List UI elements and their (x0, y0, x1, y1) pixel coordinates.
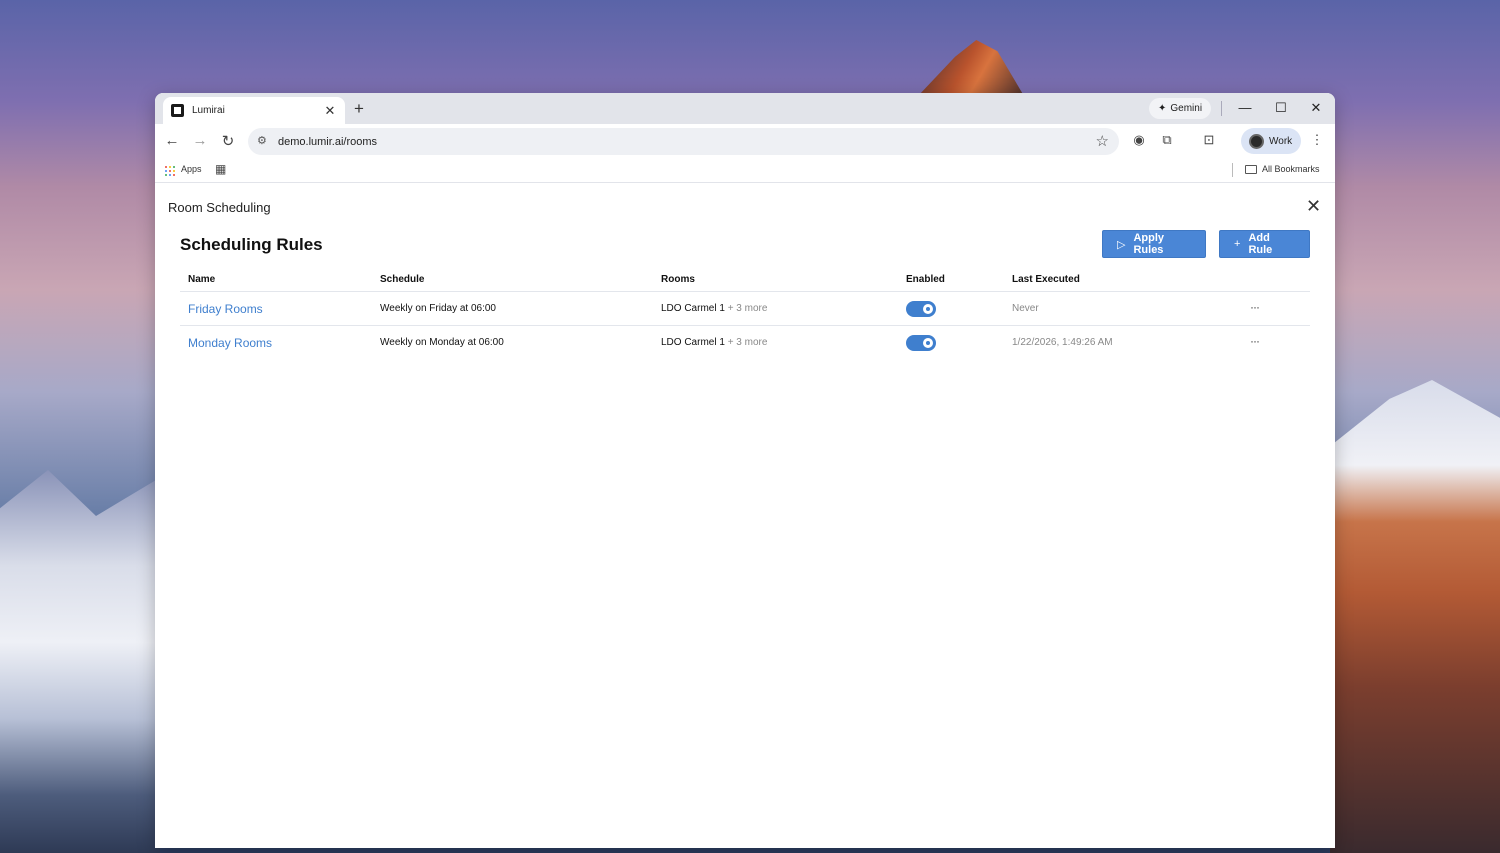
apps-bookmark[interactable]: Apps (181, 164, 202, 174)
sparkle-icon: ✦ (1158, 103, 1167, 114)
column-header-name: Name (188, 274, 216, 285)
enabled-toggle[interactable] (906, 301, 936, 317)
tab-search-icon[interactable]: ⊡ (1200, 132, 1218, 148)
rooms-primary: LDO Carmel 1 (661, 337, 725, 348)
apps-dot (169, 174, 171, 176)
table-row: Monday Rooms Weekly on Monday at 06:00 L… (180, 326, 1310, 360)
lumirai-favicon-icon (171, 104, 184, 117)
window-close-icon[interactable]: ✕ (1307, 100, 1325, 116)
tab-groups-icon[interactable]: ▦ (215, 162, 226, 176)
desktop-wallpaper-left (0, 470, 160, 853)
rules-table: Name Schedule Rooms Enabled Last Execute… (180, 268, 1310, 360)
all-bookmarks-label: All Bookmarks (1262, 164, 1320, 174)
table-row: Friday Rooms Weekly on Friday at 06:00 L… (180, 292, 1310, 326)
rooms-cell: LDO Carmel 1 + 3 more (661, 337, 767, 348)
tab-bar: Lumirai ✕ + ✦ Gemini — ☐ ✕ (155, 93, 1335, 124)
more-options-icon[interactable]: ··· (1250, 334, 1260, 348)
avatar (1249, 133, 1264, 149)
enabled-toggle[interactable] (906, 335, 936, 351)
site-settings-icon[interactable]: ⚙ (257, 134, 267, 147)
page-title: Scheduling Rules (180, 235, 323, 254)
maximize-icon[interactable]: ☐ (1272, 100, 1290, 116)
add-rule-button[interactable]: + Add Rule (1219, 230, 1310, 258)
rooms-more[interactable]: + 3 more (728, 303, 768, 314)
column-header-rooms: Rooms (661, 274, 695, 285)
add-rule-label: Add Rule (1248, 232, 1273, 256)
back-arrow-icon[interactable]: ← (163, 132, 181, 149)
app-content: Room Scheduling ✕ Scheduling Rules ▷ App… (155, 183, 1335, 848)
column-header-schedule: Schedule (380, 274, 425, 285)
apps-dot (165, 174, 167, 176)
rooms-cell: LDO Carmel 1 + 3 more (661, 303, 767, 314)
extensions-puzzle-icon[interactable]: ⧉ (1158, 132, 1176, 148)
url-text: demo.lumir.ai/rooms (278, 135, 378, 148)
close-icon[interactable]: ✕ (1306, 196, 1321, 217)
apply-rules-label: Apply Rules (1133, 232, 1165, 256)
apps-dot (165, 166, 167, 168)
new-tab-icon[interactable]: + (354, 99, 364, 119)
rule-name-link[interactable]: Friday Rooms (188, 302, 263, 316)
folder-icon (1245, 164, 1257, 174)
app-header-title: Room Scheduling (168, 200, 271, 215)
address-bar[interactable]: ⚙ demo.lumir.ai/rooms ☆ (248, 128, 1119, 155)
rule-name-link[interactable]: Monday Rooms (188, 336, 272, 350)
rooms-primary: LDO Carmel 1 (661, 303, 725, 314)
all-bookmarks-button[interactable]: All Bookmarks (1245, 164, 1320, 174)
more-options-icon[interactable]: ··· (1250, 300, 1260, 314)
apps-grid-icon[interactable] (165, 166, 175, 176)
bookmark-star-icon[interactable]: ☆ (1096, 132, 1109, 150)
apps-dot (169, 170, 171, 172)
bookmarks-divider (1232, 163, 1233, 177)
plus-icon: + (1234, 238, 1241, 250)
tab-close-icon[interactable]: ✕ (323, 103, 337, 119)
schedule-cell: Weekly on Friday at 06:00 (380, 303, 496, 314)
column-header-last-executed: Last Executed (1012, 274, 1080, 285)
desktop-wallpaper-peak (918, 40, 1024, 96)
apps-dot (173, 166, 175, 168)
play-icon: ▷ (1117, 238, 1126, 251)
apply-rules-button[interactable]: ▷ Apply Rules (1102, 230, 1206, 258)
apps-dot (173, 170, 175, 172)
extension-shield-icon[interactable]: ◉ (1130, 132, 1148, 148)
schedule-cell: Weekly on Monday at 06:00 (380, 337, 504, 348)
apps-dot (165, 170, 167, 172)
reload-icon[interactable]: ↻ (219, 132, 237, 150)
tabbar-divider (1221, 101, 1222, 116)
browser-tab[interactable]: Lumirai ✕ (163, 97, 345, 124)
apps-dot (169, 166, 171, 168)
browser-window: Lumirai ✕ + ✦ Gemini — ☐ ✕ ← → ↻ ⚙ demo.… (155, 93, 1335, 848)
desktop-wallpaper-right (1330, 380, 1500, 853)
toggle-knob (923, 304, 933, 314)
tab-title: Lumirai (192, 105, 225, 116)
toggle-knob (923, 338, 933, 348)
last-executed-cell: Never (1012, 303, 1039, 314)
gemini-button[interactable]: ✦ Gemini (1149, 98, 1212, 119)
bookmarks-bar: Apps ▦ All Bookmarks (155, 158, 1335, 183)
last-executed-cell: 1/22/2026, 1:49:26 AM (1012, 337, 1113, 348)
rooms-more[interactable]: + 3 more (728, 337, 768, 348)
table-header: Name Schedule Rooms Enabled Last Execute… (180, 268, 1310, 292)
forward-arrow-icon[interactable]: → (191, 132, 209, 149)
browser-toolbar: ← → ↻ ⚙ demo.lumir.ai/rooms ☆ ◉ ⧉ ⊡ Work… (155, 124, 1335, 158)
gemini-label: Gemini (1170, 103, 1203, 114)
profile-label: Work (1269, 135, 1293, 147)
apps-dot (173, 174, 175, 176)
browser-menu-icon[interactable]: ⋮ (1308, 132, 1326, 148)
column-header-enabled: Enabled (906, 274, 945, 285)
profile-button[interactable]: Work (1241, 128, 1301, 154)
minimize-icon[interactable]: — (1236, 100, 1254, 115)
